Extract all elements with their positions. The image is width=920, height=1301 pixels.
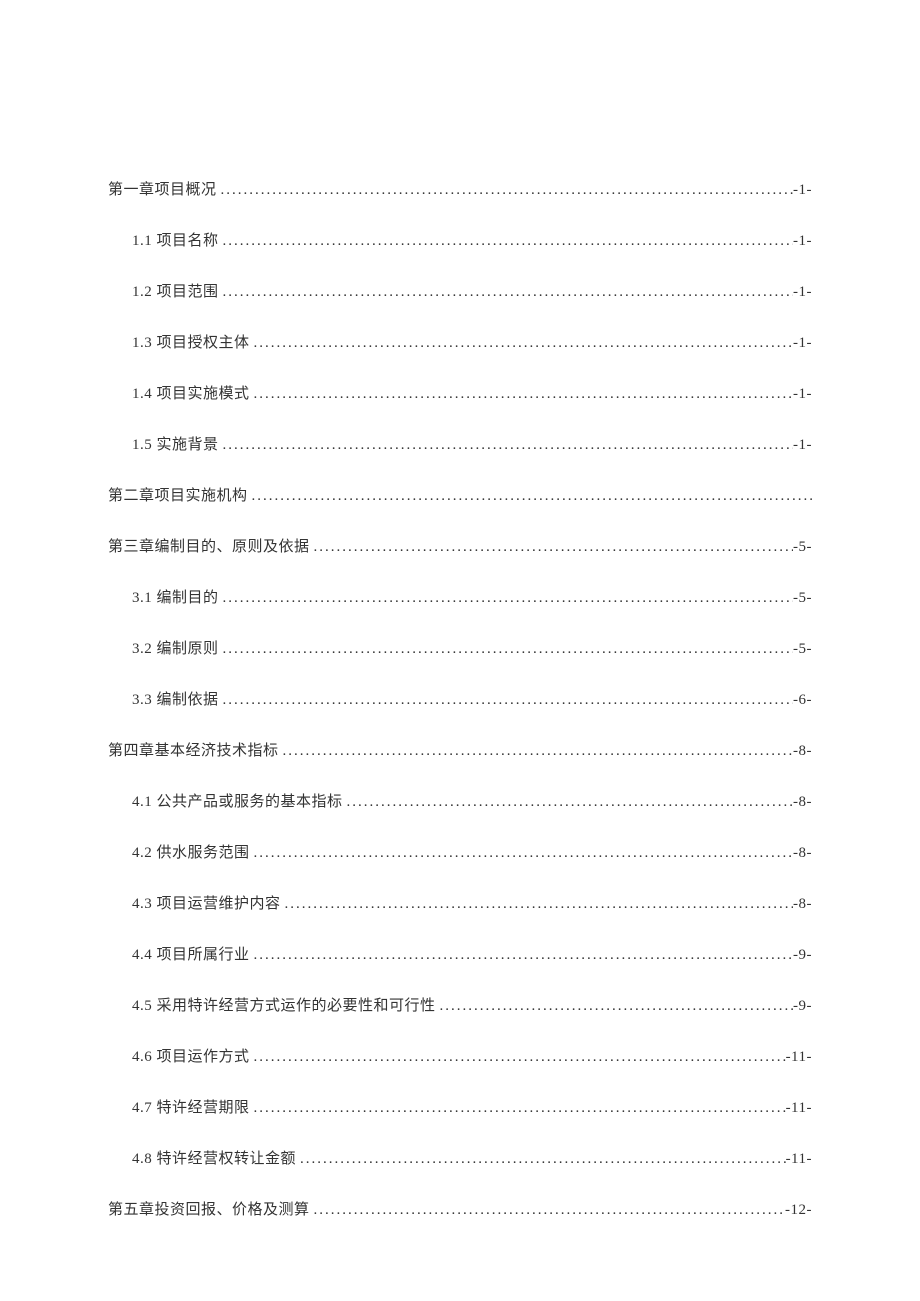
toc-entry: 第四章基本经济技术指标 -8- <box>108 739 812 760</box>
toc-page-number: -1- <box>793 182 812 199</box>
toc-leader-dots <box>217 182 793 199</box>
toc-page-number: -12- <box>785 1202 812 1219</box>
toc-entry: 4.6 项目运作方式 -11- <box>108 1045 812 1066</box>
toc-entry: 1.5 实施背景 -1- <box>108 433 812 454</box>
toc-entry: 3.1 编制目的 -5- <box>108 586 812 607</box>
toc-label: 4.4 项目所属行业 <box>132 943 250 964</box>
toc-page-number: -1- <box>793 284 812 301</box>
toc-leader-dots <box>219 437 793 454</box>
toc-page-number: -9- <box>793 998 812 1015</box>
toc-label: 第四章基本经济技术指标 <box>108 739 279 760</box>
toc-label: 第三章编制目的、原则及依据 <box>108 535 310 556</box>
toc-page-number: -8- <box>793 794 812 811</box>
toc-leader-dots <box>279 743 793 760</box>
toc-leader-dots <box>219 641 793 658</box>
toc-page-number: -8- <box>793 743 812 760</box>
toc-page-number: -11- <box>786 1151 812 1168</box>
toc-page-number: -1- <box>793 335 812 352</box>
toc-label: 第二章项目实施机构 <box>108 484 248 505</box>
toc-entry: 3.2 编制原则 -5- <box>108 637 812 658</box>
toc-entry: 4.1 公共产品或服务的基本指标 -8- <box>108 790 812 811</box>
toc-leader-dots <box>436 998 793 1015</box>
toc-label: 第一章项目概况 <box>108 178 217 199</box>
toc-label: 4.7 特许经营期限 <box>132 1096 250 1117</box>
toc-page-number: -8- <box>793 845 812 862</box>
toc-entry: 4.3 项目运营维护内容 -8- <box>108 892 812 913</box>
toc-leader-dots <box>219 692 793 709</box>
toc-leader-dots <box>219 590 793 607</box>
toc-label: 1.1 项目名称 <box>132 229 219 250</box>
toc-leader-dots <box>310 539 793 556</box>
toc-entry: 3.3 编制依据 -6- <box>108 688 812 709</box>
toc-page-number: -5- <box>793 590 812 607</box>
toc-label: 4.8 特许经营权转让金额 <box>132 1147 296 1168</box>
toc-leader-dots <box>281 896 793 913</box>
toc-label: 3.3 编制依据 <box>132 688 219 709</box>
toc-leader-dots <box>343 794 793 811</box>
toc-page-number: -8- <box>793 896 812 913</box>
toc-label: 4.6 项目运作方式 <box>132 1045 250 1066</box>
toc-leader-dots <box>296 1151 786 1168</box>
toc-label: 1.5 实施背景 <box>132 433 219 454</box>
toc-leader-dots <box>219 284 793 301</box>
toc-page-number: -6- <box>793 692 812 709</box>
toc-label: 4.1 公共产品或服务的基本指标 <box>132 790 343 811</box>
toc-page-number: -5- <box>793 539 812 556</box>
toc-leader-dots <box>219 233 793 250</box>
toc-page-number: -9- <box>793 947 812 964</box>
toc-entry: 4.5 采用特许经营方式运作的必要性和可行性 -9- <box>108 994 812 1015</box>
toc-leader-dots <box>248 488 812 505</box>
toc-label: 4.3 项目运营维护内容 <box>132 892 281 913</box>
toc-entry: 第一章项目概况 -1- <box>108 178 812 199</box>
toc-entry: 4.4 项目所属行业 -9- <box>108 943 812 964</box>
toc-entry: 第五章投资回报、价格及测算 -12- <box>108 1198 812 1219</box>
toc-label: 3.1 编制目的 <box>132 586 219 607</box>
toc-entry: 第二章项目实施机构 <box>108 484 812 505</box>
toc-label: 1.4 项目实施模式 <box>132 382 250 403</box>
toc-page-number: -1- <box>793 437 812 454</box>
toc-page-number: -1- <box>793 386 812 403</box>
toc-entry: 第三章编制目的、原则及依据 -5- <box>108 535 812 556</box>
toc-label: 3.2 编制原则 <box>132 637 219 658</box>
toc-entry: 1.3 项目授权主体 -1- <box>108 331 812 352</box>
toc-entry: 4.2 供水服务范围 -8- <box>108 841 812 862</box>
toc-label: 1.3 项目授权主体 <box>132 331 250 352</box>
toc-page-number: -11- <box>786 1100 812 1117</box>
toc-label: 4.2 供水服务范围 <box>132 841 250 862</box>
toc-label: 第五章投资回报、价格及测算 <box>108 1198 310 1219</box>
toc-leader-dots <box>250 335 793 352</box>
toc-entry: 1.1 项目名称 -1- <box>108 229 812 250</box>
toc-leader-dots <box>250 1049 786 1066</box>
table-of-contents: 第一章项目概况-1-1.1 项目名称-1-1.2 项目范围-1-1.3 项目授权… <box>108 178 812 1219</box>
toc-page-number: -1- <box>793 233 812 250</box>
toc-leader-dots <box>250 1100 786 1117</box>
toc-leader-dots <box>310 1202 785 1219</box>
toc-entry: 4.8 特许经营权转让金额 -11- <box>108 1147 812 1168</box>
toc-label: 1.2 项目范围 <box>132 280 219 301</box>
toc-entry: 1.2 项目范围 -1- <box>108 280 812 301</box>
toc-leader-dots <box>250 386 793 403</box>
toc-entry: 4.7 特许经营期限 -11- <box>108 1096 812 1117</box>
toc-leader-dots <box>250 845 793 862</box>
toc-label: 4.5 采用特许经营方式运作的必要性和可行性 <box>132 994 436 1015</box>
toc-leader-dots <box>250 947 793 964</box>
toc-entry: 1.4 项目实施模式 -1- <box>108 382 812 403</box>
toc-page-number: -5- <box>793 641 812 658</box>
toc-page-number: -11- <box>786 1049 812 1066</box>
